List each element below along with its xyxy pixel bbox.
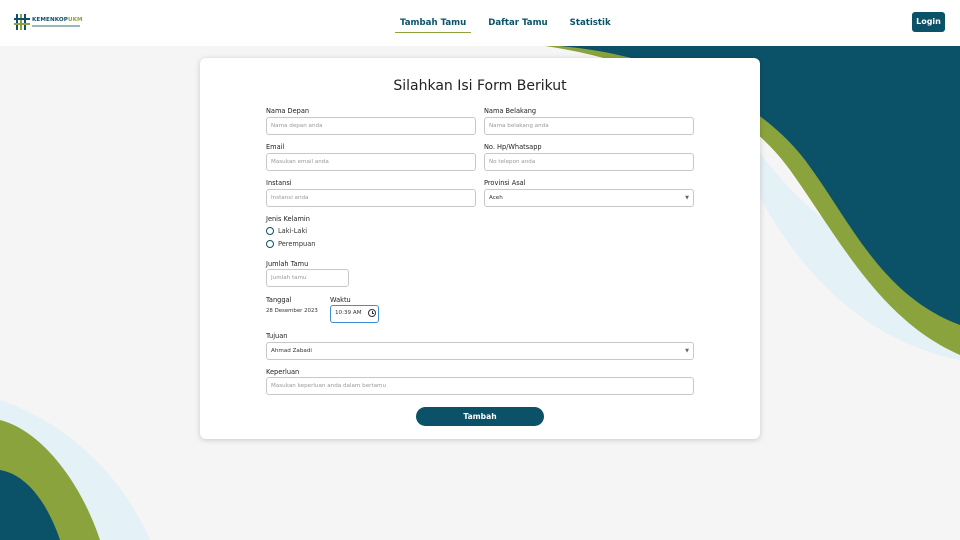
purpose-label: Tujuan	[266, 332, 288, 340]
time-input[interactable]: 10:39 AM	[330, 305, 379, 323]
province-select[interactable]: Aceh ▼	[484, 189, 694, 207]
need-input[interactable]: Masukan keperluan anda dalam bertamu	[266, 377, 694, 395]
submit-button[interactable]: Tambah	[416, 407, 544, 426]
logo-wordmark: KEMENKOPUKM	[32, 17, 83, 24]
time-value: 10:39 AM	[335, 310, 362, 316]
guest-count-input[interactable]: Jumlah tamu	[266, 269, 349, 287]
logo-mark-icon	[14, 14, 30, 30]
chevron-down-icon: ▼	[685, 348, 689, 354]
nav-tambah-tamu[interactable]: Tambah Tamu	[395, 1, 472, 45]
login-button[interactable]: Login	[912, 12, 945, 32]
institution-label: Instansi	[266, 179, 292, 187]
logo-tagline-line	[32, 25, 80, 27]
first-name-input[interactable]: Nama depan anda	[266, 117, 476, 135]
need-label: Keperluan	[266, 368, 300, 376]
nav-statistik[interactable]: Statistik	[565, 1, 616, 45]
gender-option-male-label: Laki-Laki	[278, 227, 308, 235]
gender-option-female-label: Perempuan	[278, 240, 316, 248]
last-name-input[interactable]: Nama belakang anda	[484, 117, 694, 135]
purpose-select-value: Ahmad Zabadi	[271, 348, 312, 354]
guest-form-card: Silahkan Isi Form Berikut Nama Depan Nam…	[200, 58, 760, 439]
kemenkop-logo[interactable]: KEMENKOPUKM	[14, 14, 83, 30]
date-value[interactable]: 28 Desember 2023	[266, 308, 318, 314]
clock-icon[interactable]	[368, 309, 376, 317]
nav-links: Tambah Tamu Daftar Tamu Statistik	[395, 0, 628, 46]
province-select-value: Aceh	[489, 195, 503, 201]
email-label: Email	[266, 143, 285, 151]
date-label: Tanggal	[266, 296, 292, 304]
chevron-down-icon: ▼	[685, 195, 689, 201]
guest-count-label: Jumlah Tamu	[266, 260, 309, 268]
top-navbar: KEMENKOPUKM Tambah Tamu Daftar Tamu Stat…	[0, 0, 960, 46]
gender-radio-male[interactable]	[266, 227, 274, 235]
province-label: Provinsi Asal	[484, 179, 526, 187]
purpose-select[interactable]: Ahmad Zabadi ▼	[266, 342, 694, 360]
last-name-label: Nama Belakang	[484, 107, 537, 115]
first-name-label: Nama Depan	[266, 107, 310, 115]
phone-input[interactable]: No telepon anda	[484, 153, 694, 171]
gender-label: Jenis Kelamin	[266, 215, 310, 223]
nav-daftar-tamu[interactable]: Daftar Tamu	[483, 1, 552, 45]
institution-input[interactable]: Instansi anda	[266, 189, 476, 207]
gender-radio-female[interactable]	[266, 240, 274, 248]
email-input[interactable]: Masukan email anda	[266, 153, 476, 171]
phone-label: No. Hp/Whatsapp	[484, 143, 542, 151]
time-label: Waktu	[330, 296, 351, 304]
form-title: Silahkan Isi Form Berikut	[393, 78, 567, 94]
